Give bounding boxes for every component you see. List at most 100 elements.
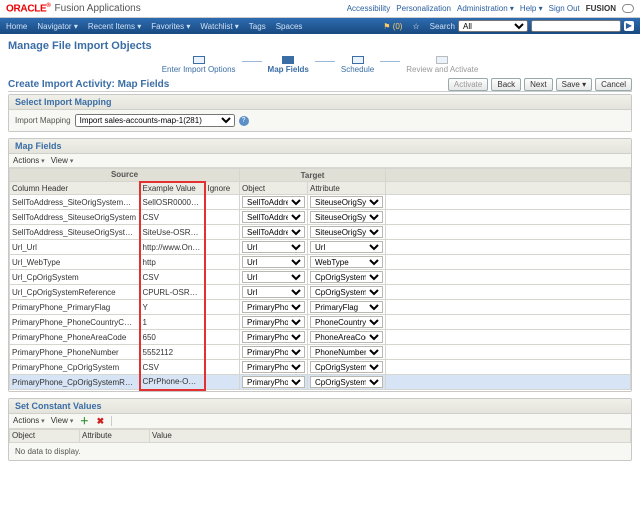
object-select[interactable]: PrimaryPhone — [242, 301, 305, 313]
table-row[interactable]: SellToAddress_SiteuseOrigSystemRefSiteUs… — [10, 225, 631, 240]
object-select[interactable]: Url — [242, 286, 305, 298]
delete-icon[interactable]: ✖ — [95, 416, 105, 426]
object-select[interactable]: PrimaryPhone — [242, 346, 305, 358]
cell-object[interactable]: PrimaryPhone — [240, 330, 308, 345]
nav-watchlist[interactable]: Watchlist ▾ — [200, 22, 238, 31]
cell-ignore[interactable] — [205, 240, 240, 255]
nav-home[interactable]: Home — [6, 22, 27, 31]
object-select[interactable]: SellToAddress — [242, 226, 305, 238]
cell-attribute[interactable]: CpOrigSystem — [308, 270, 386, 285]
object-select[interactable]: PrimaryPhone — [242, 316, 305, 328]
link-administration[interactable]: Administration ▾ — [457, 4, 514, 13]
cell-object[interactable]: SellToAddress — [240, 195, 308, 210]
cell-attribute[interactable]: SiteuseOrigSyst — [308, 225, 386, 240]
table-row[interactable]: PrimaryPhone_PhoneNumber5552112PrimaryPh… — [10, 345, 631, 360]
constant-view-menu[interactable]: View — [51, 416, 74, 425]
step-1[interactable]: Enter Import Options — [162, 65, 236, 74]
cell-ignore[interactable] — [205, 360, 240, 375]
import-mapping-select[interactable]: Import sales-accounts-map-1(281) — [75, 114, 235, 127]
col-ignore[interactable]: Ignore — [205, 182, 240, 195]
nav-favorites[interactable]: Favorites ▾ — [151, 22, 190, 31]
col-example[interactable]: Example Value — [140, 182, 205, 195]
fav-icon[interactable]: ☆ — [412, 22, 419, 31]
object-select[interactable]: Url — [242, 241, 305, 253]
cell-attribute[interactable]: PhoneCountryC — [308, 315, 386, 330]
object-select[interactable]: PrimaryPhone — [242, 376, 305, 388]
c-col-value[interactable]: Value — [150, 429, 631, 442]
cell-attribute[interactable]: WebType — [308, 255, 386, 270]
cell-attribute[interactable]: SiteuseOrigSyst — [308, 195, 386, 210]
nav-recent[interactable]: Recent Items ▾ — [88, 22, 141, 31]
cell-object[interactable]: SellToAddress — [240, 210, 308, 225]
flag-icon[interactable]: ⚑ (0) — [383, 22, 402, 31]
attribute-select[interactable]: PrimaryFlag — [310, 301, 383, 313]
cell-object[interactable]: Url — [240, 255, 308, 270]
nav-navigator[interactable]: Navigator ▾ — [37, 22, 78, 31]
cell-ignore[interactable] — [205, 285, 240, 300]
cell-object[interactable]: Url — [240, 285, 308, 300]
attribute-select[interactable]: Url — [310, 241, 383, 253]
link-personalization[interactable]: Personalization — [396, 4, 451, 13]
col-object[interactable]: Object — [240, 182, 308, 195]
object-select[interactable]: Url — [242, 271, 305, 283]
cell-attribute[interactable]: SiteuseOrigSyst — [308, 210, 386, 225]
cell-ignore[interactable] — [205, 375, 240, 390]
object-select[interactable]: PrimaryPhone — [242, 331, 305, 343]
cell-object[interactable]: Url — [240, 270, 308, 285]
constant-actions-menu[interactable]: Actions — [13, 416, 45, 425]
attribute-select[interactable]: CpOrigSystem — [310, 271, 383, 283]
back-button[interactable]: Back — [491, 78, 521, 91]
object-select[interactable]: Url — [242, 256, 305, 268]
cell-attribute[interactable]: CpOrigSystemR — [308, 375, 386, 390]
attribute-select[interactable]: SiteuseOrigSyst — [310, 211, 383, 223]
cell-object[interactable]: PrimaryPhone — [240, 360, 308, 375]
c-col-attr[interactable]: Attribute — [80, 429, 150, 442]
cell-attribute[interactable]: PhoneNumber — [308, 345, 386, 360]
cell-ignore[interactable] — [205, 315, 240, 330]
cell-object[interactable]: SellToAddress — [240, 225, 308, 240]
c-col-object[interactable]: Object — [10, 429, 80, 442]
table-row[interactable]: Url_CpOrigSystemCSVUrlCpOrigSystem — [10, 270, 631, 285]
nav-tags[interactable]: Tags — [249, 22, 266, 31]
cell-ignore[interactable] — [205, 210, 240, 225]
activate-button[interactable]: Activate — [448, 78, 488, 91]
cell-object[interactable]: PrimaryPhone — [240, 375, 308, 390]
table-row[interactable]: Url_Urlhttp://www.OneSATeUrlUrl — [10, 240, 631, 255]
cell-attribute[interactable]: CpOrigSystemR — [308, 285, 386, 300]
object-select[interactable]: SellToAddress — [242, 196, 305, 208]
cell-attribute[interactable]: Url — [308, 240, 386, 255]
attribute-select[interactable]: WebType — [310, 256, 383, 268]
table-row[interactable]: PrimaryPhone_PrimaryFlagYPrimaryPhonePri… — [10, 300, 631, 315]
cell-ignore[interactable] — [205, 330, 240, 345]
nav-spaces[interactable]: Spaces — [276, 22, 303, 31]
attribute-select[interactable]: CpOrigSystem — [310, 361, 383, 373]
cell-ignore[interactable] — [205, 270, 240, 285]
search-scope[interactable]: All — [458, 20, 528, 32]
cell-ignore[interactable] — [205, 345, 240, 360]
object-select[interactable]: PrimaryPhone — [242, 361, 305, 373]
cell-object[interactable]: PrimaryPhone — [240, 300, 308, 315]
table-row[interactable]: Url_CpOrigSystemReferenceCPURL-OSR000000… — [10, 285, 631, 300]
step-2[interactable]: Map Fields — [268, 65, 309, 74]
attribute-select[interactable]: PhoneNumber — [310, 346, 383, 358]
cell-attribute[interactable]: PhoneAreaCode — [308, 330, 386, 345]
table-row[interactable]: Url_WebTypehttpUrlWebType — [10, 255, 631, 270]
add-icon[interactable]: ＋ — [79, 416, 89, 426]
link-accessibility[interactable]: Accessibility — [347, 4, 391, 13]
cancel-button[interactable]: Cancel — [595, 78, 632, 91]
table-row[interactable]: SellToAddress_SiteOrigSystemReferenceSel… — [10, 195, 631, 210]
view-menu[interactable]: View — [51, 156, 74, 165]
cell-ignore[interactable] — [205, 255, 240, 270]
table-row[interactable]: PrimaryPhone_CpOrigSystemReferenceCPrPho… — [10, 375, 631, 390]
actions-menu[interactable]: Actions — [13, 156, 45, 165]
cell-object[interactable]: PrimaryPhone — [240, 345, 308, 360]
object-select[interactable]: SellToAddress — [242, 211, 305, 223]
attribute-select[interactable]: SiteuseOrigSyst — [310, 226, 383, 238]
next-button[interactable]: Next — [524, 78, 552, 91]
attribute-select[interactable]: PhoneAreaCode — [310, 331, 383, 343]
step-3[interactable]: Schedule — [341, 65, 374, 74]
table-row[interactable]: PrimaryPhone_PhoneAreaCode650PrimaryPhon… — [10, 330, 631, 345]
cell-ignore[interactable] — [205, 195, 240, 210]
attribute-select[interactable]: PhoneCountryC — [310, 316, 383, 328]
col-attribute[interactable]: Attribute — [308, 182, 386, 195]
